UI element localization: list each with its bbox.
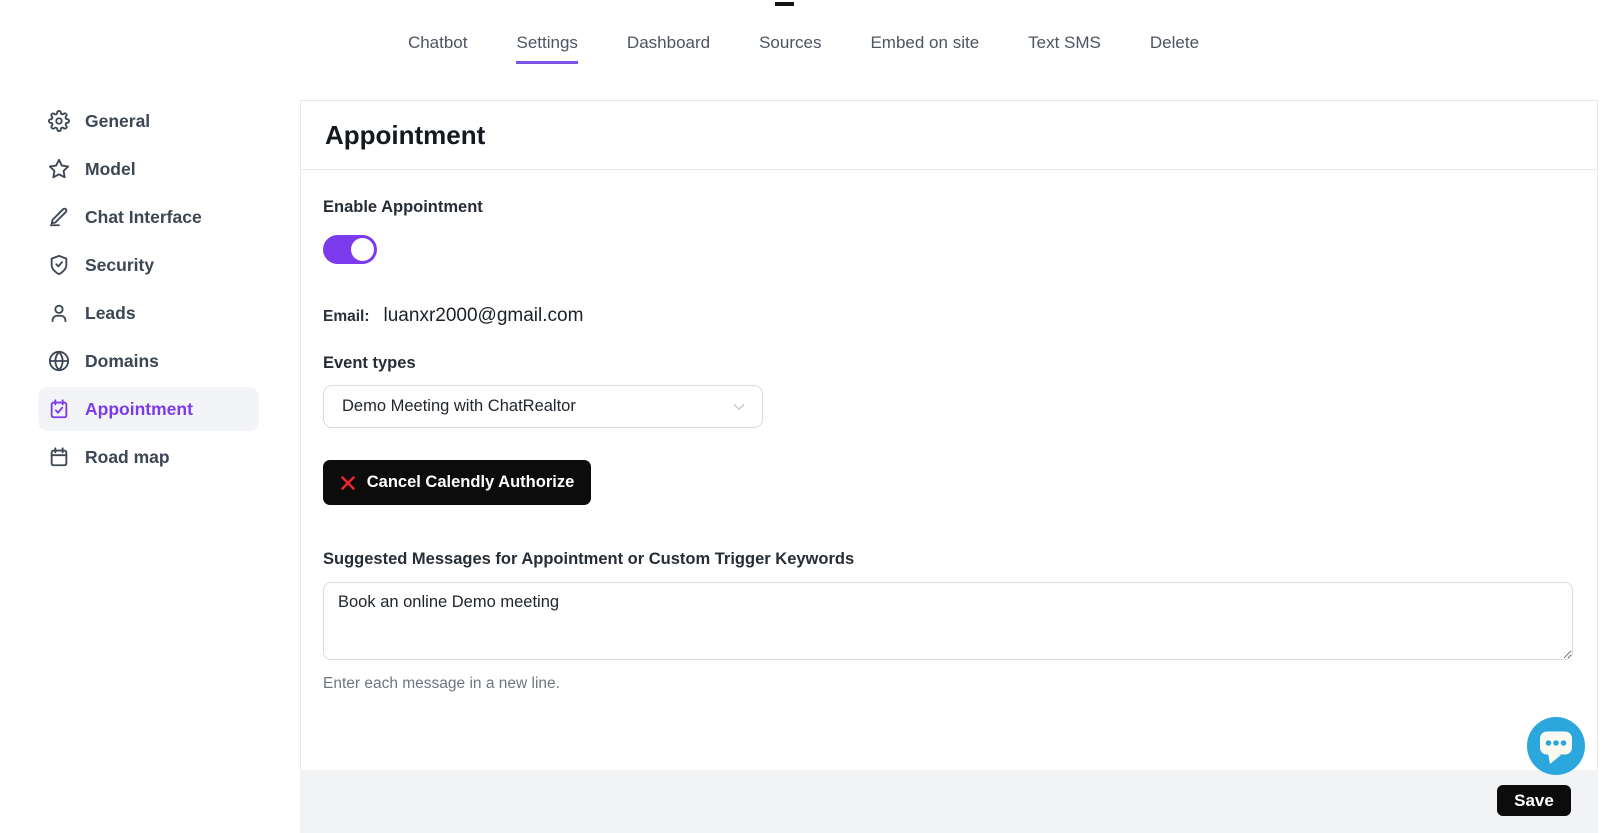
sidebar-item-road-map[interactable]: Road map (38, 435, 259, 479)
panel-body: Enable Appointment Email: luanxr2000@gma… (301, 170, 1597, 693)
tab-dashboard[interactable]: Dashboard (627, 33, 710, 64)
top-nav: Chatbot Settings Dashboard Sources Embed… (0, 33, 1607, 64)
tab-delete[interactable]: Delete (1150, 33, 1199, 64)
email-value: luanxr2000@gmail.com (384, 305, 584, 327)
gear-icon (48, 110, 70, 132)
tab-settings[interactable]: Settings (516, 33, 577, 64)
event-type-select[interactable]: Demo Meeting with ChatRealtor (323, 385, 763, 428)
save-bar: Save (300, 770, 1598, 833)
tab-embed-on-site[interactable]: Embed on site (870, 33, 979, 64)
calendar-check-icon (48, 398, 70, 420)
email-row: Email: luanxr2000@gmail.com (323, 305, 1573, 327)
tab-text-sms[interactable]: Text SMS (1028, 33, 1101, 64)
tab-chatbot[interactable]: Chatbot (408, 33, 468, 64)
shield-check-icon (48, 254, 70, 276)
email-label: Email: (323, 308, 370, 326)
panel-header: Appointment (301, 101, 1597, 170)
sidebar-item-appointment[interactable]: Appointment (38, 387, 259, 431)
sidebar-item-label: Leads (85, 303, 136, 324)
cancel-calendly-authorize-button[interactable]: Cancel Calendly Authorize (323, 460, 591, 505)
top-dash (775, 2, 794, 6)
event-type-selected-value: Demo Meeting with ChatRealtor (342, 397, 576, 416)
sidebar-item-label: Road map (85, 447, 170, 468)
sidebar-item-general[interactable]: General (38, 99, 259, 143)
app-root: Chatbot Settings Dashboard Sources Embed… (0, 0, 1607, 833)
chat-bubble-icon[interactable] (1527, 717, 1585, 775)
suggested-messages-textarea[interactable]: Book an online Demo meeting (323, 582, 1573, 660)
save-button[interactable]: Save (1497, 785, 1571, 816)
sidebar-item-leads[interactable]: Leads (38, 291, 259, 335)
sidebar-item-label: Chat Interface (85, 207, 202, 228)
page-title: Appointment (325, 120, 485, 151)
suggested-messages-hint: Enter each message in a new line. (323, 675, 1573, 693)
star-icon (48, 158, 70, 180)
calendar-icon (48, 446, 70, 468)
toggle-knob (351, 238, 374, 261)
enable-appointment-label: Enable Appointment (323, 198, 1573, 217)
sidebar-item-chat-interface[interactable]: Chat Interface (38, 195, 259, 239)
suggested-messages-label: Suggested Messages for Appointment or Cu… (323, 550, 1573, 569)
sidebar-item-model[interactable]: Model (38, 147, 259, 191)
sidebar-item-label: Model (85, 159, 136, 180)
sidebar-item-security[interactable]: Security (38, 243, 259, 287)
x-icon (340, 475, 356, 491)
chevron-down-icon (730, 398, 748, 416)
cancel-calendly-label: Cancel Calendly Authorize (367, 473, 575, 492)
sidebar-item-label: General (85, 111, 150, 132)
sidebar-item-domains[interactable]: Domains (38, 339, 259, 383)
user-icon (48, 302, 70, 324)
event-types-label: Event types (323, 354, 1573, 373)
sidebar-item-label: Appointment (85, 399, 193, 420)
appointment-settings-panel: Appointment Enable Appointment Email: lu… (300, 100, 1598, 833)
pencil-icon (48, 206, 70, 228)
enable-appointment-toggle[interactable] (323, 235, 377, 264)
tab-sources[interactable]: Sources (759, 33, 821, 64)
sidebar-item-label: Security (85, 255, 154, 276)
globe-icon (48, 350, 70, 372)
settings-sidebar: General Model Chat Interface Security Le (38, 99, 259, 483)
sidebar-item-label: Domains (85, 351, 159, 372)
